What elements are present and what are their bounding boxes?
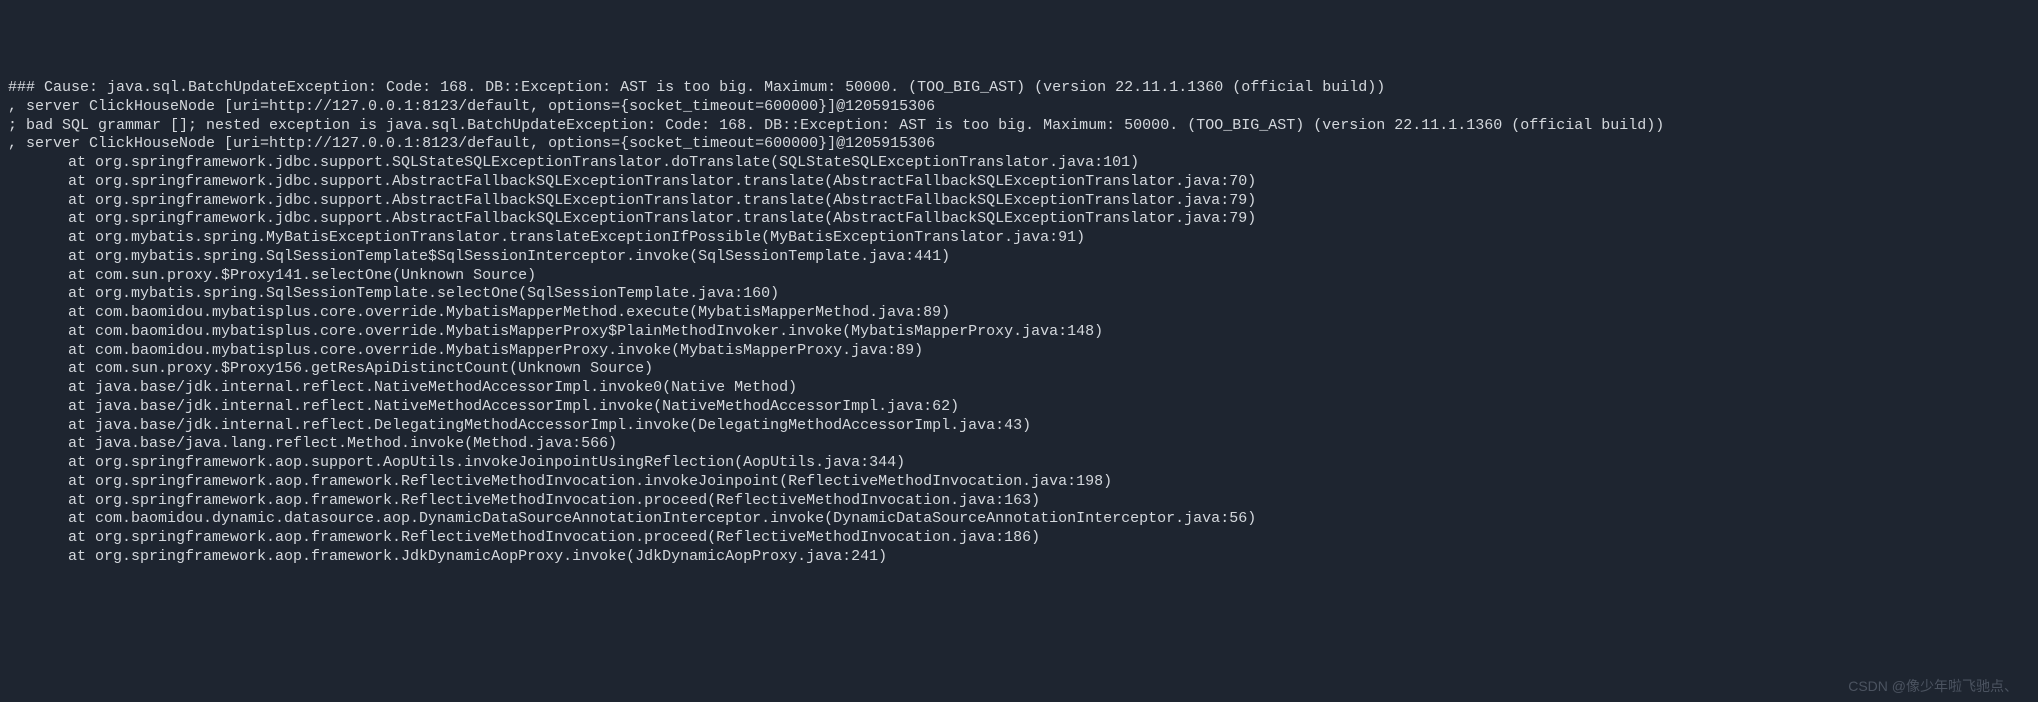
stack-trace-line: at org.springframework.aop.framework.Ref… <box>0 492 2038 511</box>
stack-trace-line: at com.baomidou.dynamic.datasource.aop.D… <box>0 510 2038 529</box>
log-header-line: ; bad SQL grammar []; nested exception i… <box>0 117 2038 136</box>
stack-trace-line: at java.base/jdk.internal.reflect.Native… <box>0 379 2038 398</box>
stack-trace-line: at org.mybatis.spring.SqlSessionTemplate… <box>0 248 2038 267</box>
stack-trace-line: at org.springframework.jdbc.support.Abst… <box>0 210 2038 229</box>
stack-trace-line: at com.sun.proxy.$Proxy156.getResApiDist… <box>0 360 2038 379</box>
stack-trace-line: at org.mybatis.spring.MyBatisExceptionTr… <box>0 229 2038 248</box>
stack-trace-line: at org.springframework.aop.framework.Ref… <box>0 529 2038 548</box>
stack-trace-line: at java.base/java.lang.reflect.Method.in… <box>0 435 2038 454</box>
stack-trace-line: at org.mybatis.spring.SqlSessionTemplate… <box>0 285 2038 304</box>
stack-trace-line: at org.springframework.aop.framework.Ref… <box>0 473 2038 492</box>
stack-trace-line: at org.springframework.aop.framework.Jdk… <box>0 548 2038 567</box>
stack-trace-line: at com.baomidou.mybatisplus.core.overrid… <box>0 304 2038 323</box>
stack-trace-line: at com.baomidou.mybatisplus.core.overrid… <box>0 342 2038 361</box>
stack-trace-line: at org.springframework.jdbc.support.Abst… <box>0 192 2038 211</box>
watermark-text: CSDN @像少年啦飞驰点、 <box>1848 678 2018 696</box>
log-output: ### Cause: java.sql.BatchUpdateException… <box>0 79 2038 567</box>
stack-trace-line: at org.springframework.jdbc.support.Abst… <box>0 173 2038 192</box>
stack-trace-line: at com.baomidou.mybatisplus.core.overrid… <box>0 323 2038 342</box>
stack-trace-line: at org.springframework.jdbc.support.SQLS… <box>0 154 2038 173</box>
log-header-line: ### Cause: java.sql.BatchUpdateException… <box>0 79 2038 98</box>
stack-trace-line: at org.springframework.aop.support.AopUt… <box>0 454 2038 473</box>
stack-trace-line: at com.sun.proxy.$Proxy141.selectOne(Unk… <box>0 267 2038 286</box>
log-header-line: , server ClickHouseNode [uri=http://127.… <box>0 135 2038 154</box>
log-header-line: , server ClickHouseNode [uri=http://127.… <box>0 98 2038 117</box>
stack-trace-line: at java.base/jdk.internal.reflect.Delega… <box>0 417 2038 436</box>
stack-trace-line: at java.base/jdk.internal.reflect.Native… <box>0 398 2038 417</box>
